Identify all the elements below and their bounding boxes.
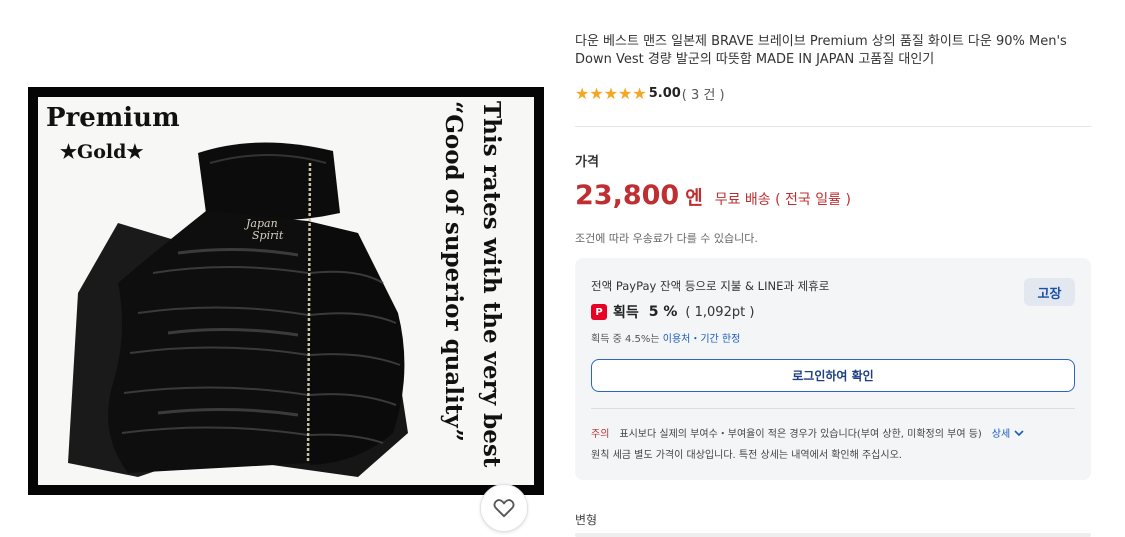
usage-limit-link[interactable]: 이용처・기간 한정 (663, 334, 741, 345)
rating-score: 5.00 (648, 85, 681, 101)
shipping-note: 조건에 따라 우송료가 다를 수 있습니다. (575, 232, 758, 245)
favorite-button[interactable] (480, 484, 528, 532)
details-link-label: 상세 (991, 429, 1011, 440)
svg-text:Spirit: Spirit (252, 229, 284, 242)
variant-selector-top[interactable] (575, 533, 1091, 537)
points-earn-row: P 획득 5 % ( 1,092pt ) (591, 302, 754, 322)
star-rating-icons: ★★★★★ (575, 83, 647, 103)
image-slogan-line1: This rates with the very best (478, 101, 505, 468)
price-label: 가격 (575, 155, 599, 170)
earn-points: ( 1,092pt ) (685, 304, 755, 320)
price-currency: 엔 (685, 187, 703, 209)
chevron-down-icon (1014, 429, 1024, 436)
earn-percentage: 5 % (648, 304, 678, 320)
image-brand-text: Premium (46, 103, 180, 133)
points-subnote: 획득 중 4.5%는 이용처・기간 한정 (591, 330, 740, 345)
image-slogan-line2: “Good of superior quality” (440, 101, 467, 442)
change-button[interactable]: 고장 (1024, 278, 1075, 306)
price-amount: 23,800 (575, 180, 680, 211)
paypay-icon: P (591, 304, 607, 320)
points-box: 전액 PayPay 잔액 등으로 지불 & LINE과 제휴로 고장 P 획득 … (575, 258, 1091, 480)
rating-summary[interactable]: ★★★★★ 5.00 ( 3 건 ) (575, 83, 725, 103)
caution-row: 주의 표시보다 실제의 부여수・부여율이 적은 경우가 있습니다(부여 상한, … (591, 425, 1025, 440)
earn-label: 획득 (613, 305, 639, 321)
caution-label: 주의 (591, 429, 610, 440)
shipping-info: 무료 배송 ( 전국 일률 ) (714, 192, 851, 208)
heart-icon (493, 499, 515, 518)
product-image-canvas: Japan Spirit Premium ★Gold★ This rates w… (38, 97, 534, 485)
product-title: 다운 베스트 맨즈 일본제 BRAVE 브레이브 Premium 상의 품질 화… (575, 34, 1067, 67)
review-count-link[interactable]: ( 3 건 ) (682, 84, 725, 103)
login-confirm-button[interactable]: 로그인하여 확인 (591, 359, 1075, 392)
caution-text: 표시보다 실제의 부여수・부여율이 적은 경우가 있습니다(부여 상한, 미확정… (619, 429, 982, 440)
price-row: 23,800 엔 무료 배송 ( 전국 일률 ) (575, 180, 851, 211)
tax-note: 원칙 세금 별도 가격이 대상입니다. 특전 상세는 내역에서 확인해 주십시오… (591, 450, 902, 461)
image-grade-text: ★Gold★ (60, 141, 144, 163)
divider (591, 408, 1075, 409)
variant-label: 변형 (575, 513, 598, 527)
down-vest-illustration: Japan Spirit (68, 142, 408, 477)
points-headline: 전액 PayPay 잔액 등으로 지불 & LINE과 제휴로 (591, 279, 830, 293)
divider (575, 126, 1091, 127)
product-image[interactable]: Japan Spirit Premium ★Gold★ This rates w… (28, 87, 544, 495)
details-link[interactable]: 상세 (992, 425, 1025, 440)
subnote-text: 획득 중 4.5%는 (591, 334, 663, 345)
